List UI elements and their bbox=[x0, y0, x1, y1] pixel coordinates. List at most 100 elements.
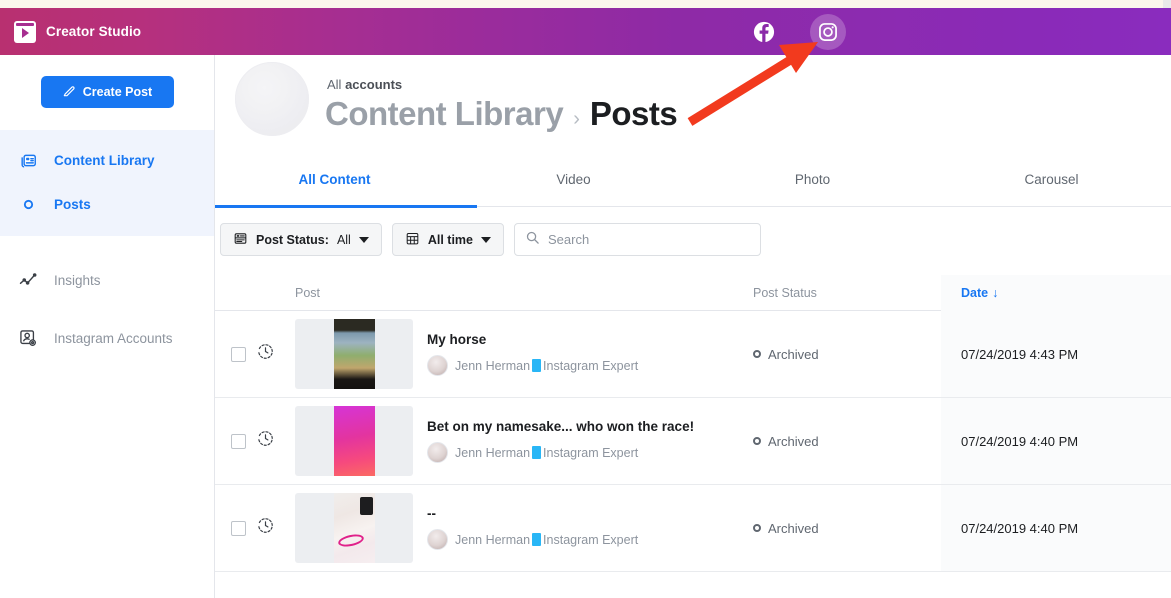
post-meta: My horse Jenn Herman Instagram Expert bbox=[427, 332, 638, 376]
post-meta: Bet on my namesake... who won the race! … bbox=[427, 419, 694, 463]
brand[interactable]: Creator Studio bbox=[14, 21, 141, 43]
main-content: All accounts Content Library › Posts All… bbox=[215, 55, 1171, 598]
column-header-date[interactable]: Date ↓ bbox=[941, 275, 1171, 311]
sidebar-item-posts[interactable]: Posts bbox=[0, 182, 214, 226]
breadcrumb-separator-icon: › bbox=[573, 108, 580, 131]
tab-label: Photo bbox=[795, 172, 830, 187]
author-name: Jenn Herman bbox=[455, 446, 530, 460]
filter-bar: Post Status: All All time bbox=[220, 223, 761, 256]
create-post-button[interactable]: Create Post bbox=[41, 76, 174, 108]
post-title: My horse bbox=[427, 332, 638, 347]
all-accounts-prefix: All bbox=[327, 77, 345, 92]
sidebar-item-insights[interactable]: Insights bbox=[0, 258, 214, 302]
date-range-filter[interactable]: All time bbox=[392, 223, 504, 256]
sidebar: Create Post Content Library Pos bbox=[0, 55, 215, 598]
creator-studio-logo-icon bbox=[14, 21, 36, 43]
post-title: Bet on my namesake... who won the race! bbox=[427, 419, 694, 434]
archived-circle-icon bbox=[753, 524, 761, 532]
avatar bbox=[427, 442, 448, 463]
post-thumbnail[interactable] bbox=[295, 406, 413, 476]
history-clock-icon[interactable] bbox=[256, 429, 275, 453]
status-cell: Archived bbox=[753, 398, 941, 484]
date-range-filter-value: All time bbox=[428, 233, 473, 247]
page-header: All accounts Content Library › Posts bbox=[215, 55, 1171, 160]
sidebar-item-content-library[interactable]: Content Library bbox=[0, 138, 214, 182]
tab-label: All Content bbox=[299, 172, 371, 187]
post-author: Jenn Herman Instagram Expert bbox=[427, 442, 694, 463]
column-header-status[interactable]: Post Status bbox=[753, 275, 941, 311]
author-name: Jenn Herman bbox=[455, 533, 530, 547]
post-thumbnail[interactable] bbox=[295, 319, 413, 389]
page-title: Posts bbox=[590, 95, 677, 133]
tab-carousel[interactable]: Carousel bbox=[932, 159, 1171, 207]
row-controls bbox=[215, 398, 295, 484]
mobile-emoji-icon bbox=[532, 359, 541, 372]
posts-table: Post Post Status Date ↓ bbox=[215, 275, 1171, 572]
brand-name: Creator Studio bbox=[46, 24, 141, 39]
post-meta: -- Jenn Herman Instagram Expert bbox=[427, 506, 638, 550]
all-accounts-bold: accounts bbox=[345, 77, 402, 92]
top-bar: Creator Studio bbox=[0, 8, 1171, 55]
post-status-filter-value: All bbox=[337, 233, 351, 247]
tab-label: Carousel bbox=[1024, 172, 1078, 187]
sort-descending-icon: ↓ bbox=[992, 286, 998, 300]
search-input[interactable] bbox=[548, 232, 750, 247]
history-clock-icon[interactable] bbox=[256, 342, 275, 366]
post-title: -- bbox=[427, 506, 638, 521]
mobile-emoji-icon bbox=[532, 533, 541, 546]
sidebar-item-instagram-accounts[interactable]: Instagram Accounts bbox=[0, 316, 214, 360]
table-row[interactable]: My horse Jenn Herman Instagram Expert bbox=[215, 311, 1171, 398]
sidebar-item-label: Posts bbox=[54, 197, 91, 212]
post-cell: -- Jenn Herman Instagram Expert bbox=[295, 485, 753, 571]
author-suffix: Instagram Expert bbox=[543, 359, 638, 373]
author-suffix: Instagram Expert bbox=[543, 446, 638, 460]
table-row[interactable]: Bet on my namesake... who won the race! … bbox=[215, 398, 1171, 485]
sidebar-item-label: Instagram Accounts bbox=[54, 331, 173, 346]
create-post-label: Create Post bbox=[83, 85, 152, 99]
sidebar-active-group: Content Library Posts bbox=[0, 130, 214, 236]
date-cell: 07/24/2019 4:40 PM bbox=[941, 398, 1171, 484]
column-header-post[interactable]: Post bbox=[215, 275, 753, 311]
breadcrumb-parent[interactable]: Content Library bbox=[325, 95, 563, 133]
post-author: Jenn Herman Instagram Expert bbox=[427, 529, 638, 550]
account-switcher bbox=[746, 8, 846, 55]
sidebar-item-label: Content Library bbox=[54, 153, 155, 168]
status-badge: Archived bbox=[768, 434, 819, 449]
browser-chrome-strip bbox=[0, 0, 1171, 8]
content-library-icon bbox=[16, 151, 40, 170]
table-row[interactable]: -- Jenn Herman Instagram Expert bbox=[215, 485, 1171, 572]
instagram-icon[interactable] bbox=[810, 14, 846, 50]
row-checkbox[interactable] bbox=[231, 521, 246, 536]
row-checkbox[interactable] bbox=[231, 434, 246, 449]
author-name: Jenn Herman bbox=[455, 359, 530, 373]
row-controls bbox=[215, 485, 295, 571]
all-accounts-avatar bbox=[235, 62, 309, 136]
row-controls bbox=[215, 311, 295, 397]
mobile-emoji-icon bbox=[532, 446, 541, 459]
tab-video[interactable]: Video bbox=[454, 159, 693, 207]
author-suffix: Instagram Expert bbox=[543, 533, 638, 547]
facebook-icon[interactable] bbox=[746, 14, 782, 50]
tab-all-content[interactable]: All Content bbox=[215, 159, 454, 207]
post-thumbnail[interactable] bbox=[295, 493, 413, 563]
posts-dot-icon bbox=[16, 199, 40, 210]
row-checkbox[interactable] bbox=[231, 347, 246, 362]
tab-photo[interactable]: Photo bbox=[693, 159, 932, 207]
avatar bbox=[427, 355, 448, 376]
column-header-date-label: Date bbox=[961, 286, 988, 300]
status-badge: Archived bbox=[768, 347, 819, 362]
avatar bbox=[427, 529, 448, 550]
insights-chart-icon bbox=[16, 270, 40, 290]
post-status-icon bbox=[233, 231, 248, 249]
search-box[interactable] bbox=[514, 223, 761, 256]
tab-label: Video bbox=[556, 172, 590, 187]
post-cell: Bet on my namesake... who won the race! … bbox=[295, 398, 753, 484]
archived-circle-icon bbox=[753, 350, 761, 358]
breadcrumb: Content Library › Posts bbox=[325, 95, 677, 133]
history-clock-icon[interactable] bbox=[256, 516, 275, 540]
status-cell: Archived bbox=[753, 311, 941, 397]
table-header-row: Post Post Status Date ↓ bbox=[215, 275, 1171, 311]
sidebar-item-label: Insights bbox=[54, 273, 101, 288]
calendar-icon bbox=[405, 231, 420, 249]
post-status-filter[interactable]: Post Status: All bbox=[220, 223, 382, 256]
